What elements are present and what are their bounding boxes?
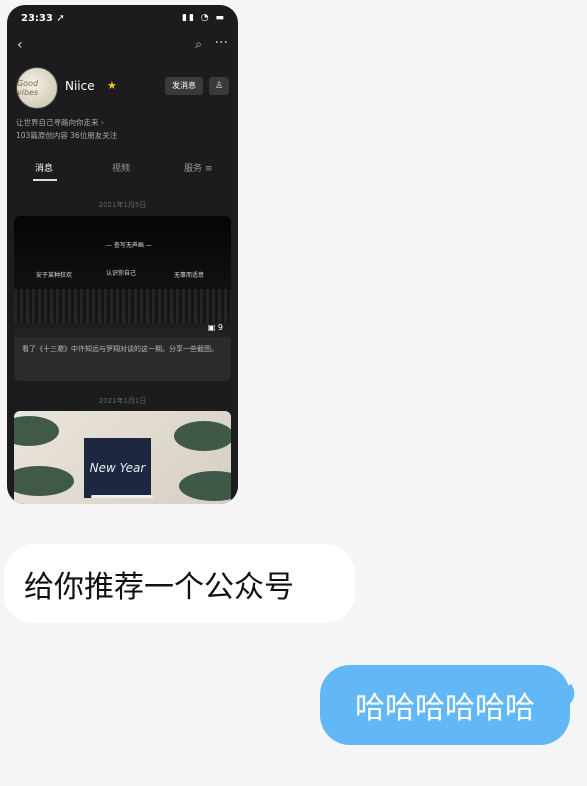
account-stats: 103篇原创内容 36位朋友关注 bbox=[16, 131, 118, 140]
cover-quote-3: 无事而适意 bbox=[174, 272, 205, 279]
incoming-message-text: 给你推荐一个公众号 bbox=[24, 569, 294, 605]
follow-icon[interactable]: ♙ bbox=[209, 77, 229, 95]
status-bar: 23:33 ➚ ▮▮ ◔ ▬ bbox=[7, 5, 238, 31]
navigation-bar: ‹ ⌕ ··· bbox=[7, 35, 238, 59]
article-card-2[interactable]: New Year bbox=[14, 411, 231, 504]
article-caption: 看了《十三邀》中许知远与罗翔对谈的这一期。分享一些截图。 bbox=[22, 345, 218, 353]
cover-title: — 查写无声画 — bbox=[106, 242, 152, 249]
tab-bar: 消息 视频 服务 ≡ bbox=[7, 161, 238, 185]
status-time: 23:33 ➚ bbox=[21, 13, 65, 24]
image-count-badge: ▣ 9 bbox=[207, 323, 223, 332]
profile-header: Good vibes Niice ★ 发消息 ♙ bbox=[16, 67, 229, 113]
avatar-text: Good vibes bbox=[17, 79, 39, 97]
tab-active-indicator bbox=[33, 179, 57, 181]
more-icon[interactable]: ··· bbox=[215, 35, 228, 51]
search-icon[interactable]: ⌕ bbox=[195, 37, 202, 52]
article-card[interactable]: — 查写无声画 — 安于某种狂欢 认识你自己 无事而适意 ▣ 9 看了《十三邀》… bbox=[14, 216, 231, 381]
avatar[interactable]: Good vibes bbox=[16, 67, 58, 109]
decor-leaf bbox=[179, 471, 231, 501]
new-year-card: New Year bbox=[84, 438, 151, 498]
send-message-button[interactable]: 发消息 bbox=[165, 77, 203, 95]
cover-quote-2: 认识你自己 bbox=[106, 270, 137, 277]
feed-date: 2021年1月5日 bbox=[98, 201, 147, 209]
account-name: Niice bbox=[65, 79, 95, 93]
decor-leaf bbox=[174, 421, 231, 451]
tab-services[interactable]: 服务 ≡ bbox=[184, 161, 212, 174]
outgoing-message-text: 哈哈哈哈哈哈 bbox=[355, 691, 535, 726]
cover-building bbox=[14, 289, 231, 323]
decor-leaf bbox=[14, 466, 74, 496]
shared-screenshot[interactable]: 23:33 ➚ ▮▮ ◔ ▬ ‹ ⌕ ··· Good vibes Niice … bbox=[7, 5, 238, 504]
back-icon[interactable]: ‹ bbox=[17, 37, 23, 53]
feed-date-2: 2021年1月1日 bbox=[98, 397, 147, 405]
account-bio[interactable]: 让世界自己寻路向你走来 › bbox=[16, 117, 104, 128]
image-count: 9 bbox=[217, 323, 223, 332]
status-icons: ▮▮ ◔ ▬ bbox=[182, 13, 226, 23]
cover-quote-1: 安于某种狂欢 bbox=[36, 272, 73, 279]
home-indicator bbox=[91, 495, 153, 498]
tab-messages[interactable]: 消息 bbox=[35, 161, 53, 174]
outgoing-message-bubble[interactable]: 哈哈哈哈哈哈 bbox=[320, 665, 570, 745]
incoming-message-bubble[interactable]: 给你推荐一个公众号 bbox=[4, 544, 355, 623]
tab-videos[interactable]: 视频 bbox=[112, 161, 130, 174]
article-cover-image: — 查写无声画 — 安于某种狂欢 认识你自己 无事而适意 ▣ 9 bbox=[14, 216, 231, 337]
decor-leaf bbox=[14, 416, 59, 446]
star-icon[interactable]: ★ bbox=[107, 79, 117, 92]
